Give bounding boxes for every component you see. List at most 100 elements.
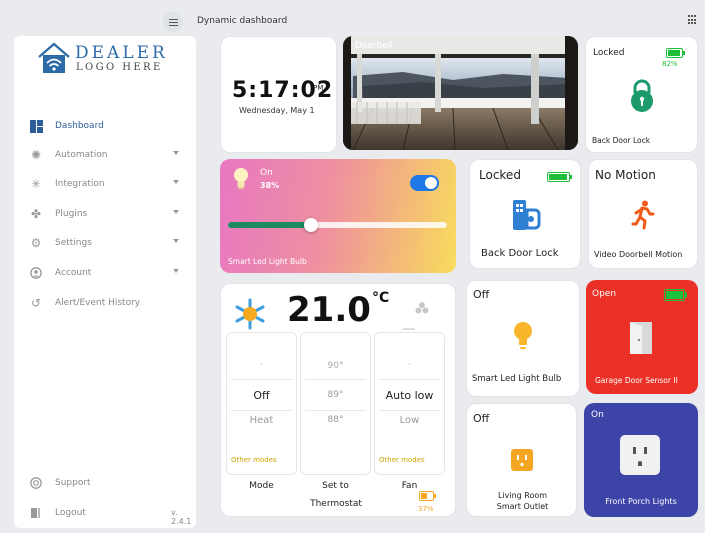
light-power-toggle[interactable] <box>410 175 439 191</box>
smart-light-card[interactable]: On 38% Smart Led Light Bulb <box>220 159 456 273</box>
thermostat-card: 21.0 °C . Off Heat Other modes 90° 89° 8… <box>220 283 456 517</box>
lock-status: Locked <box>593 48 625 58</box>
back-door-lock-card[interactable]: Locked Back Door Lock <box>469 159 581 269</box>
support-link[interactable]: Support <box>29 472 189 494</box>
light-bulb-icon <box>234 168 248 189</box>
sidebar-item-label: Account <box>55 268 92 278</box>
setpoint-column[interactable]: 90° 89° 88° <box>300 332 371 475</box>
garage-door-card[interactable]: Open Garage Door Sensor II <box>586 280 698 394</box>
fan-other-modes-link[interactable]: Other modes <box>379 456 425 464</box>
heat-cool-icon <box>235 298 265 330</box>
setpoint-down[interactable]: 88° <box>301 415 370 425</box>
lock-name: Back Door Lock <box>481 248 559 259</box>
setpoint-current[interactable]: 89° <box>301 390 370 400</box>
logo-text-primary: DEALER <box>75 43 168 63</box>
sidebar-item-plugins[interactable]: ✤ Plugins <box>29 203 189 225</box>
sidebar-item-dashboard[interactable]: Dashboard <box>29 115 189 137</box>
smart-outlet-card[interactable]: Off Living Room Smart Outlet <box>466 403 577 517</box>
gear-icon: ⚙ <box>30 236 42 250</box>
fan-current[interactable]: Auto low <box>375 389 444 402</box>
doorbell-camera-image <box>343 36 578 150</box>
current-temperature: 21.0 <box>287 290 371 330</box>
led-bulb-off-card[interactable]: Off Smart Led Light Bulb <box>466 280 580 397</box>
fan-prev: . <box>407 357 412 368</box>
apps-grid-icon[interactable] <box>688 15 698 25</box>
logo-text-secondary: LOGO HERE <box>76 62 163 73</box>
brightness-slider-fill <box>228 222 312 228</box>
outlet-icon <box>511 449 533 471</box>
bulb-name: Smart Led Light Bulb <box>472 374 562 384</box>
sidebar-item-label: Plugins <box>55 209 88 219</box>
clock-date: Wednesday, May 1 <box>239 106 315 115</box>
mode-current[interactable]: Off <box>227 389 296 402</box>
page-title: Dynamic dashboard <box>197 16 288 26</box>
app-version: v. 2.4.1 <box>171 508 192 526</box>
menu-toggle-button[interactable] <box>163 12 183 32</box>
garage-state: Open <box>592 289 617 299</box>
integration-icon: ✳ <box>30 177 42 191</box>
sidebar: DEALER LOGO HERE Dashboard ✺ Automation … <box>14 36 196 528</box>
outlet-state: Off <box>473 412 490 425</box>
lock-status: Locked <box>479 168 521 182</box>
support-icon <box>29 476 43 490</box>
motion-sensor-card[interactable]: No Motion Video Doorbell Motion <box>588 159 698 269</box>
light-name: Smart Led Light Bulb <box>228 257 307 266</box>
sidebar-item-account[interactable]: Account <box>29 262 189 284</box>
running-person-icon <box>631 200 655 230</box>
light-level: 38% <box>260 181 280 190</box>
open-door-icon <box>630 322 652 354</box>
battery-level: 37% <box>418 505 434 513</box>
battery-icon <box>419 491 436 501</box>
front-porch-lights-card[interactable]: On Front Porch Lights <box>584 403 698 517</box>
light-bulb-icon <box>514 322 532 349</box>
mode-next[interactable]: Heat <box>227 415 296 426</box>
mode-column[interactable]: . Off Heat Other modes <box>226 332 297 475</box>
brightness-slider[interactable] <box>228 218 447 232</box>
fan-label: Fan <box>401 481 418 491</box>
padlock-icon <box>631 79 653 112</box>
clock-card: 5:17:02 PM Wednesday, May 1 <box>220 36 337 153</box>
top-bar: Dynamic dashboard <box>0 0 705 40</box>
temperature-unit: °C <box>372 290 390 306</box>
mode-prev: . <box>259 357 264 368</box>
dashboard-icon <box>29 119 43 133</box>
smart-lock-icon <box>513 200 541 230</box>
doorbell-title: Doorbell <box>355 41 393 51</box>
mode-other-modes-link[interactable]: Other modes <box>231 456 277 464</box>
sidebar-item-label: Dashboard <box>55 121 104 131</box>
fan-icon <box>415 302 429 314</box>
logout-link[interactable]: Logout <box>29 502 189 524</box>
automation-icon: ✺ <box>30 148 42 162</box>
chevron-down-icon <box>173 210 179 214</box>
doorbell-card[interactable]: Doorbell <box>343 36 578 150</box>
battery-icon <box>547 172 572 182</box>
chevron-down-icon <box>173 269 179 273</box>
mode-label: Mode <box>249 481 274 491</box>
sidebar-item-label: Settings <box>55 238 92 248</box>
fan-next[interactable]: Low <box>375 415 444 426</box>
sidebar-item-label: Integration <box>55 179 105 189</box>
puzzle-icon: ✤ <box>30 207 42 221</box>
chevron-down-icon <box>173 180 179 184</box>
sidebar-item-automation[interactable]: ✺ Automation <box>29 144 189 166</box>
setpoint-up[interactable]: 90° <box>301 361 370 371</box>
lock-name: Back Door Lock <box>592 136 651 145</box>
porch-name: Front Porch Lights <box>605 497 677 506</box>
sidebar-item-settings[interactable]: ⚙ Settings <box>29 232 189 254</box>
motion-name: Video Doorbell Motion <box>594 250 683 259</box>
brightness-slider-handle[interactable] <box>304 218 319 232</box>
set-to-label: Set to <box>322 481 349 491</box>
fan-column[interactable]: . Auto low Low Other modes <box>374 332 445 475</box>
wall-outlet-icon <box>620 435 660 475</box>
sidebar-item-integration[interactable]: ✳ Integration <box>29 173 189 195</box>
logout-label: Logout <box>55 508 86 518</box>
chevron-down-icon <box>173 151 179 155</box>
back-door-lock-card-small[interactable]: Locked 82% Back Door Lock <box>585 36 698 153</box>
dealer-logo[interactable]: DEALER LOGO HERE <box>37 41 167 75</box>
sidebar-item-alert-history[interactable]: ↺ Alert/Event History <box>29 292 189 314</box>
user-icon <box>29 266 43 280</box>
support-label: Support <box>55 478 91 488</box>
hamburger-icon <box>168 21 178 23</box>
thermostat-name: Thermostat <box>310 499 362 509</box>
battery-level: 82% <box>662 60 678 68</box>
